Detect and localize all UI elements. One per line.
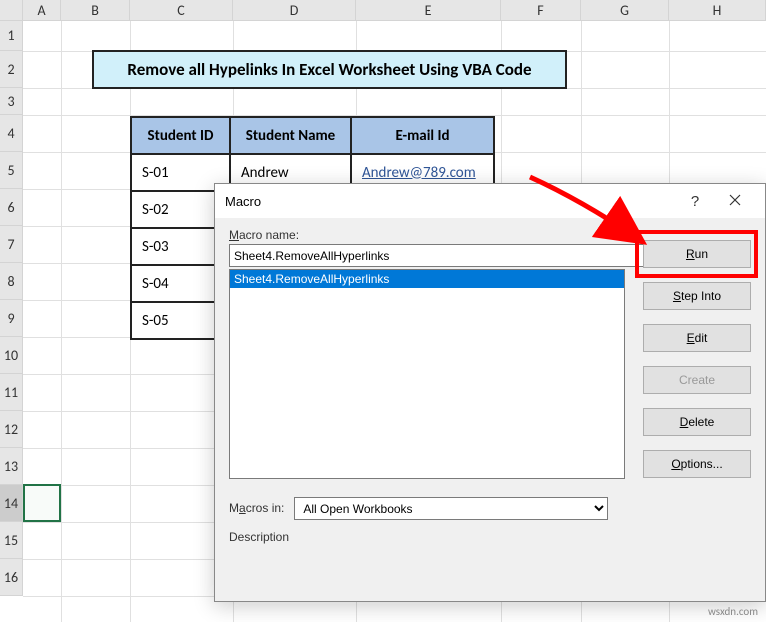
options-button[interactable]: Options... (643, 450, 751, 478)
row-header-5[interactable]: 5 (0, 152, 23, 189)
col-header-C[interactable]: C (130, 0, 233, 20)
row-header-10[interactable]: 10 (0, 337, 23, 374)
macros-in-select[interactable]: All Open Workbooks (294, 497, 608, 520)
row-headers: 1 2 3 4 5 6 7 8 9 10 11 12 13 14 15 16 (0, 21, 23, 596)
dialog-titlebar[interactable]: Macro ? (215, 184, 765, 218)
row-header-4[interactable]: 4 (0, 115, 23, 152)
select-all-corner[interactable] (0, 0, 23, 20)
row-header-12[interactable]: 12 (0, 411, 23, 448)
row-header-6[interactable]: 6 (0, 189, 23, 226)
dialog-title: Macro (225, 194, 675, 209)
col-header-F[interactable]: F (501, 0, 581, 20)
row-header-14[interactable]: 14 (0, 485, 23, 522)
col-header-D[interactable]: D (233, 0, 356, 20)
macro-dialog: Macro ? Macro name: Sheet4.RemoveAllHype… (214, 183, 766, 602)
close-icon (729, 194, 741, 206)
row-header-7[interactable]: 7 (0, 226, 23, 263)
run-button[interactable]: Run (643, 240, 751, 268)
page-title: Remove all Hypelinks In Excel Worksheet … (92, 50, 567, 89)
row-header-16[interactable]: 16 (0, 559, 23, 596)
header-email: E-mail Id (351, 117, 494, 154)
table-header-row: Student ID Student Name E-mail Id (131, 117, 494, 154)
col-header-H[interactable]: H (669, 0, 766, 20)
macros-in-label: Macros in: (229, 501, 284, 515)
row-header-9[interactable]: 9 (0, 300, 23, 337)
row-header-11[interactable]: 11 (0, 374, 23, 411)
column-headers: A B C D E F G H (0, 0, 766, 21)
step-into-button[interactable]: Step Into (643, 282, 751, 310)
col-header-G[interactable]: G (581, 0, 669, 20)
watermark: wsxdn.com (708, 605, 758, 618)
active-cell-A14[interactable] (23, 484, 61, 522)
dialog-buttons: Run Step Into Edit Create Delete Options… (643, 240, 751, 478)
row-header-3[interactable]: 3 (0, 88, 23, 115)
create-button: Create (643, 366, 751, 394)
macro-list[interactable]: Sheet4.RemoveAllHyperlinks (229, 269, 625, 479)
macro-list-item[interactable]: Sheet4.RemoveAllHyperlinks (230, 270, 624, 288)
edit-button[interactable]: Edit (643, 324, 751, 352)
row-header-13[interactable]: 13 (0, 448, 23, 485)
close-button[interactable] (715, 193, 755, 209)
delete-button[interactable]: Delete (643, 408, 751, 436)
col-header-E[interactable]: E (356, 0, 501, 20)
row-header-1[interactable]: 1 (0, 21, 23, 51)
header-student-name: Student Name (230, 117, 351, 154)
help-button[interactable]: ? (675, 193, 715, 210)
row-header-2[interactable]: 2 (0, 51, 23, 88)
row-header-15[interactable]: 15 (0, 522, 23, 559)
header-student-id: Student ID (131, 117, 230, 154)
row-header-8[interactable]: 8 (0, 263, 23, 300)
col-header-B[interactable]: B (61, 0, 130, 20)
description-label: Description (229, 530, 751, 544)
col-header-A[interactable]: A (23, 0, 61, 20)
